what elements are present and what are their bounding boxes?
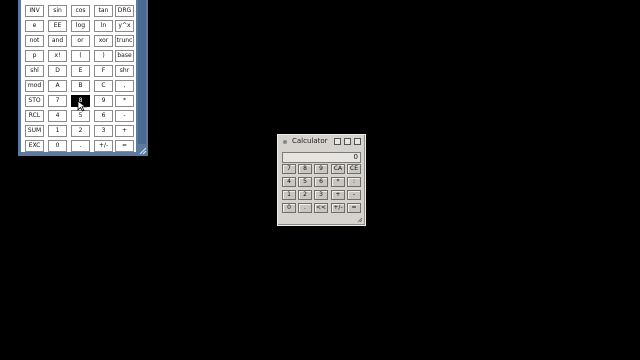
calc-key-button[interactable]: 3 [314,190,328,200]
sci-key-button[interactable]: 7 [48,95,67,107]
sci-key-button[interactable]: + [115,125,134,137]
calc-key-button[interactable]: * [331,177,345,187]
sci-key-button[interactable]: C [94,80,113,92]
sci-key-button[interactable]: base [115,50,134,62]
calculator-window: Calculator 0 7 8 9 CA CE 4 5 6 *: 1 2 3 + - 0. << +/- = [277,134,366,226]
calc-key-button[interactable]: . [298,203,312,213]
sci-key-button[interactable]: tan [94,5,113,17]
sci-key-button[interactable]: B [71,80,90,92]
sci-key-button[interactable]: and [48,35,67,47]
calc-key-button[interactable]: << [314,203,328,213]
sci-key-button[interactable]: shl [25,65,44,77]
sci-key-button[interactable]: - [115,110,134,122]
calc-key-button[interactable]: : [347,177,361,187]
sci-key-button[interactable]: 3 [94,125,113,137]
sci-key-button[interactable]: sin [48,5,67,17]
sci-key-button[interactable]: SUM [25,125,44,137]
calc-key-button[interactable]: 0 [282,203,296,213]
sci-key-button[interactable]: cos [71,5,90,17]
sci-key-button[interactable]: . [71,140,90,152]
sci-key-button[interactable]: DRG [115,5,134,17]
calc-key-button[interactable]: 9 [314,164,328,174]
sci-key-button[interactable]: e [25,20,44,32]
minimize-icon[interactable] [334,138,341,145]
close-icon[interactable] [354,138,361,145]
maximize-icon[interactable] [344,138,351,145]
sci-key-button[interactable]: p [25,50,44,62]
sci-key-button[interactable]: +/- [94,140,113,152]
sci-key-button[interactable]: D [48,65,67,77]
sci-key-button[interactable]: INV [25,5,44,17]
sci-key-button[interactable]: E [71,65,90,77]
calc-key-button[interactable]: CE [347,164,361,174]
calc-key-button[interactable]: - [347,190,361,200]
sci-key-button[interactable]: x! [48,50,67,62]
sci-key-button[interactable]: EE [48,20,67,32]
mouse-cursor-icon [77,100,87,112]
calc-key-button[interactable]: CA [331,164,345,174]
sci-key-button[interactable]: log [71,20,90,32]
sci-key-button[interactable]: ) [94,50,113,62]
sci-key-button[interactable]: RCL [25,110,44,122]
calc-key-button[interactable]: 7 [282,164,296,174]
calc-key-button[interactable]: 4 [282,177,296,187]
sci-key-button[interactable]: 1 [48,125,67,137]
sci-key-button[interactable]: 4 [48,110,67,122]
calc-key-button[interactable]: 1 [282,190,296,200]
window-title: Calculator [292,137,328,145]
sci-key-button[interactable]: ln [94,20,113,32]
sci-key-button[interactable]: 6 [94,110,113,122]
sci-key-button[interactable]: or [71,35,90,47]
calc-key-button[interactable]: +/- [331,203,345,213]
resize-grip-icon[interactable] [139,147,147,155]
calc-key-button[interactable]: + [331,190,345,200]
sci-key-button[interactable]: 2 [71,125,90,137]
calc-key-button[interactable]: 2 [298,190,312,200]
sci-key-button[interactable]: trunc [115,35,134,47]
scientific-keypad: INV sin cos tan DRG e EE log ln y^x not and or xor tru… [21,0,136,152]
sci-key-button[interactable]: y^x [115,20,134,32]
sci-key-button[interactable]: = [115,140,134,152]
sci-key-button[interactable]: shr [115,65,134,77]
scientific-calculator-window: INV sin cos tan DRG e EE log ln y^x not and or xor tru… [18,0,148,156]
sci-key-button[interactable]: 9 [94,95,113,107]
resize-grip-icon[interactable] [357,217,363,223]
sci-key-button[interactable]: xor [94,35,113,47]
sci-key-button[interactable]: A [48,80,67,92]
sci-key-button[interactable]: not [25,35,44,47]
calc-key-button[interactable]: 6 [314,177,328,187]
sci-key-button[interactable]: EXC [25,140,44,152]
sci-key-button[interactable]: STO [25,95,44,107]
calculator-display: 0 [282,152,361,163]
sci-key-button[interactable]: mod [25,80,44,92]
calc-key-button[interactable]: 5 [298,177,312,187]
scientific-window-side-bar [138,0,146,144]
sci-key-button[interactable]: 0 [48,140,67,152]
sci-key-button[interactable]: F [94,65,113,77]
sci-key-button[interactable]: , [115,80,134,92]
calc-key-button[interactable]: 8 [298,164,312,174]
calculator-titlebar[interactable]: Calculator [278,135,365,149]
window-menu-icon[interactable] [283,140,287,144]
calc-key-button[interactable]: = [347,203,361,213]
sci-key-button[interactable]: ( [71,50,90,62]
sci-key-button[interactable]: * [115,95,134,107]
